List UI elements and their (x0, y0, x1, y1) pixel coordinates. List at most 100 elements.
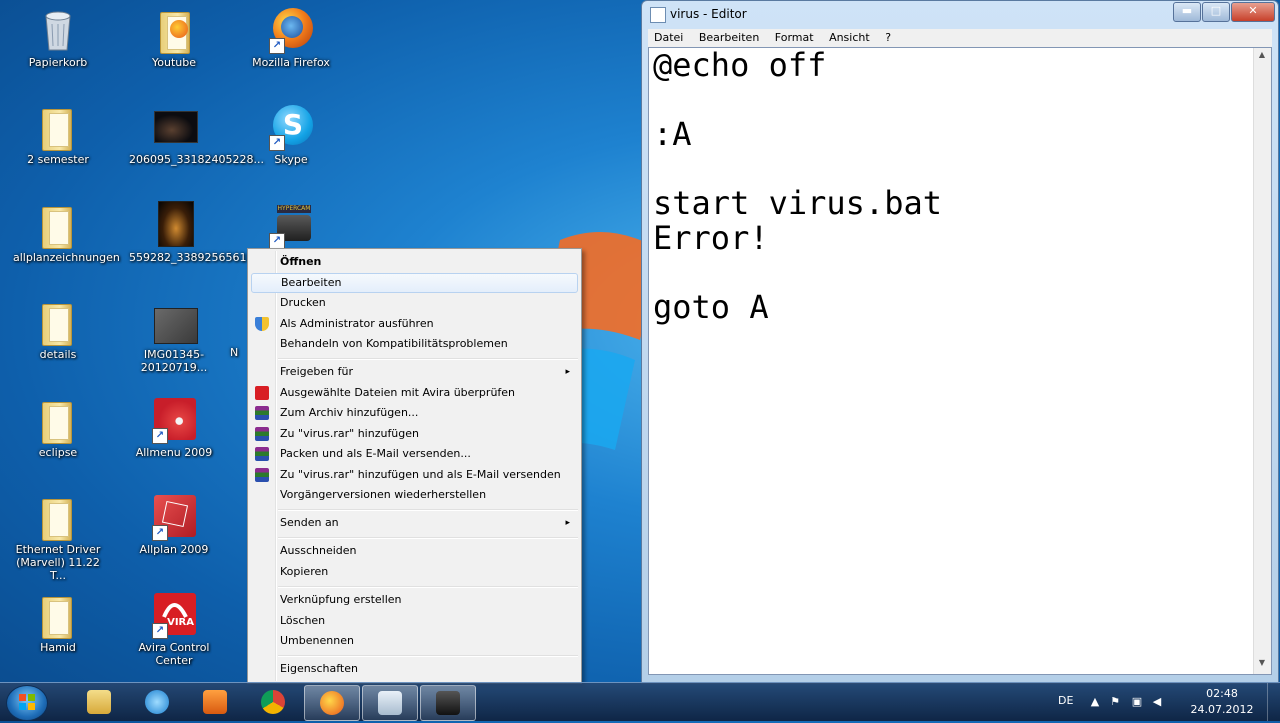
firefox-icon (320, 691, 344, 715)
menu-item-label: Als Administrator ausführen (280, 317, 434, 330)
desktop-icon-papierkorb[interactable]: Papierkorb (13, 6, 103, 69)
desktop-icon-2-semester[interactable]: 2 semester (13, 103, 103, 166)
menu-item-label: Zu "virus.rar" hinzufügen und als E-Mail… (280, 468, 561, 481)
menu-item-label: Packen und als E-Mail versenden... (280, 447, 471, 460)
chrome-icon (261, 690, 285, 714)
desktop-icon-label: Allplan 2009 (139, 543, 209, 556)
menu-item-vorgaengerversionen[interactable]: Vorgängerversionen wiederherstellen (251, 485, 578, 505)
desktop-icon-firefox[interactable]: ↗ Mozilla Firefox (246, 6, 336, 69)
volume-icon[interactable]: ◀ (1150, 695, 1164, 709)
windows-logo-icon (19, 694, 35, 710)
taskbar-explorer[interactable] (72, 685, 126, 719)
desktop-icon-details[interactable]: details (13, 298, 103, 361)
scroll-down-icon[interactable]: ▼ (1256, 658, 1268, 672)
clock-date[interactable]: 24.07.2012 (1190, 703, 1254, 716)
show-desktop-button[interactable] (1267, 683, 1280, 721)
menu-item-senden-an[interactable]: Senden an ▸ (251, 513, 578, 533)
taskbar-media-player[interactable] (188, 685, 242, 719)
taskbar-hypercam[interactable] (420, 685, 476, 721)
menu-item-rar-email[interactable]: Zu "virus.rar" hinzufügen und als E-Mail… (251, 465, 578, 485)
menu-separator (278, 358, 578, 360)
desktop-icon-hypercam[interactable]: HYPERCAM ↗ (246, 201, 336, 251)
language-indicator[interactable]: DE (1058, 694, 1073, 707)
taskbar-notepad[interactable] (362, 685, 418, 721)
desktop-icon-label: Hamid (40, 641, 76, 654)
image-thumbnail-icon (150, 103, 198, 151)
menu-item-packen-email[interactable]: Packen und als E-Mail versenden... (251, 444, 578, 464)
desktop-icon-label: IMG01345-20120719... (140, 348, 208, 374)
desktop-icon-youtube[interactable]: Youtube (129, 6, 219, 69)
menu-item-zum-archiv[interactable]: Zum Archiv hinzufügen... (251, 403, 578, 423)
menu-help[interactable]: ? (879, 29, 897, 47)
menu-format[interactable]: Format (769, 29, 820, 47)
menu-item-avira-scan[interactable]: Ausgewählte Dateien mit Avira überprüfen (251, 383, 578, 403)
start-button[interactable] (6, 685, 48, 721)
submenu-arrow-icon: ▸ (565, 367, 570, 377)
maximize-button[interactable]: □ (1202, 2, 1230, 22)
menu-item-umbenennen[interactable]: Umbenennen (251, 631, 578, 651)
minimize-button[interactable]: ▬ (1173, 2, 1201, 22)
menu-item-zu-virus-rar[interactable]: Zu "virus.rar" hinzufügen (251, 424, 578, 444)
taskbar-chrome[interactable] (246, 685, 300, 719)
clock-time[interactable]: 02:48 (1202, 687, 1242, 700)
menu-item-freigeben-fuer[interactable]: Freigeben für ▸ (251, 362, 578, 382)
menu-ansicht[interactable]: Ansicht (823, 29, 876, 47)
menu-item-verknuepfung[interactable]: Verknüpfung erstellen (251, 590, 578, 610)
menu-item-label: Ausschneiden (280, 544, 357, 557)
text-editor-area[interactable]: @echo off :A start virus.bat Error! goto… (648, 47, 1272, 675)
menu-item-label: Eigenschaften (280, 662, 358, 675)
network-icon[interactable]: ▣ (1130, 695, 1144, 709)
menu-item-oeffnen[interactable]: Öffnen (251, 252, 578, 272)
taskbar-firefox[interactable] (304, 685, 360, 721)
desktop-icon-label: details (39, 348, 77, 361)
menu-item-kopieren[interactable]: Kopieren (251, 562, 578, 582)
desktop-icon-label: 2 semester (27, 153, 89, 166)
desktop-icon-allmenu-2009[interactable]: ↗ Allmenu 2009 (129, 396, 219, 459)
folder-icon (34, 396, 82, 444)
desktop-icon-ethernet-driver[interactable]: Ethernet Driver (Marvell) 11.22 T... (13, 493, 103, 582)
desktop-icon-skype[interactable]: S ↗ Skype (246, 103, 336, 166)
menu-item-loeschen[interactable]: Löschen (251, 611, 578, 631)
skype-icon: S ↗ (267, 103, 315, 151)
show-hidden-icons-icon[interactable]: ▲ (1088, 695, 1102, 709)
menu-separator (278, 655, 578, 657)
notepad-window[interactable]: virus - Editor ▬ □ ✕ Datei Bearbeiten Fo… (641, 0, 1279, 684)
menu-bearbeiten[interactable]: Bearbeiten (693, 29, 765, 47)
menu-item-label: Umbenennen (280, 634, 354, 647)
minimize-icon: ▬ (1181, 4, 1193, 17)
action-center-flag-icon[interactable]: ⚑ (1108, 695, 1122, 709)
allmenu-icon: ↗ (150, 396, 198, 444)
menu-item-kompatibilitaet[interactable]: Behandeln von Kompatibilitätsproblemen (251, 334, 578, 354)
vertical-scrollbar[interactable]: ▲ ▼ (1253, 48, 1271, 674)
menu-datei[interactable]: Datei (648, 29, 689, 47)
winrar-icon (255, 468, 269, 482)
menu-item-label: Öffnen (280, 255, 322, 268)
image-thumbnail-icon (150, 201, 198, 249)
recycle-bin-icon (34, 6, 82, 54)
desktop-icon-avira[interactable]: VIRA ↗ Avira Control Center (129, 591, 219, 667)
desktop-icon-image-559282[interactable]: 559282_33892565618... (129, 201, 264, 264)
menu-item-label: Zum Archiv hinzufügen... (280, 406, 419, 419)
folder-icon (34, 591, 82, 639)
hypercam-icon (436, 691, 460, 715)
desktop-icon-partial-n[interactable]: N (230, 346, 244, 359)
desktop-icon-allplan-2009[interactable]: ↗ Allplan 2009 (129, 493, 219, 556)
taskbar-ie[interactable] (130, 685, 184, 719)
menu-item-label: Zu "virus.rar" hinzufügen (280, 427, 420, 440)
window-title: virus - Editor (670, 7, 747, 21)
close-button[interactable]: ✕ (1231, 2, 1275, 22)
desktop-icon-hamid[interactable]: Hamid (13, 591, 103, 654)
context-menu: Öffnen Bearbeiten Drucken Als Administra… (247, 248, 582, 684)
menu-separator (278, 586, 578, 588)
desktop-icon-image-206095[interactable]: 206095_33182405228... (129, 103, 264, 166)
desktop-icon-allplanzeichnungen[interactable]: allplanzeichnungen (13, 201, 120, 264)
desktop-icon-eclipse[interactable]: eclipse (13, 396, 103, 459)
menu-item-ausschneiden[interactable]: Ausschneiden (251, 541, 578, 561)
firefox-document-icon (150, 6, 198, 54)
menu-item-drucken[interactable]: Drucken (251, 293, 578, 313)
menu-item-eigenschaften[interactable]: Eigenschaften (251, 659, 578, 679)
scroll-up-icon[interactable]: ▲ (1256, 50, 1268, 64)
desktop-icon-img01345[interactable]: IMG01345-20120719... (129, 298, 219, 374)
menu-item-als-administrator[interactable]: Als Administrator ausführen (251, 314, 578, 334)
menu-item-bearbeiten[interactable]: Bearbeiten (251, 273, 578, 293)
